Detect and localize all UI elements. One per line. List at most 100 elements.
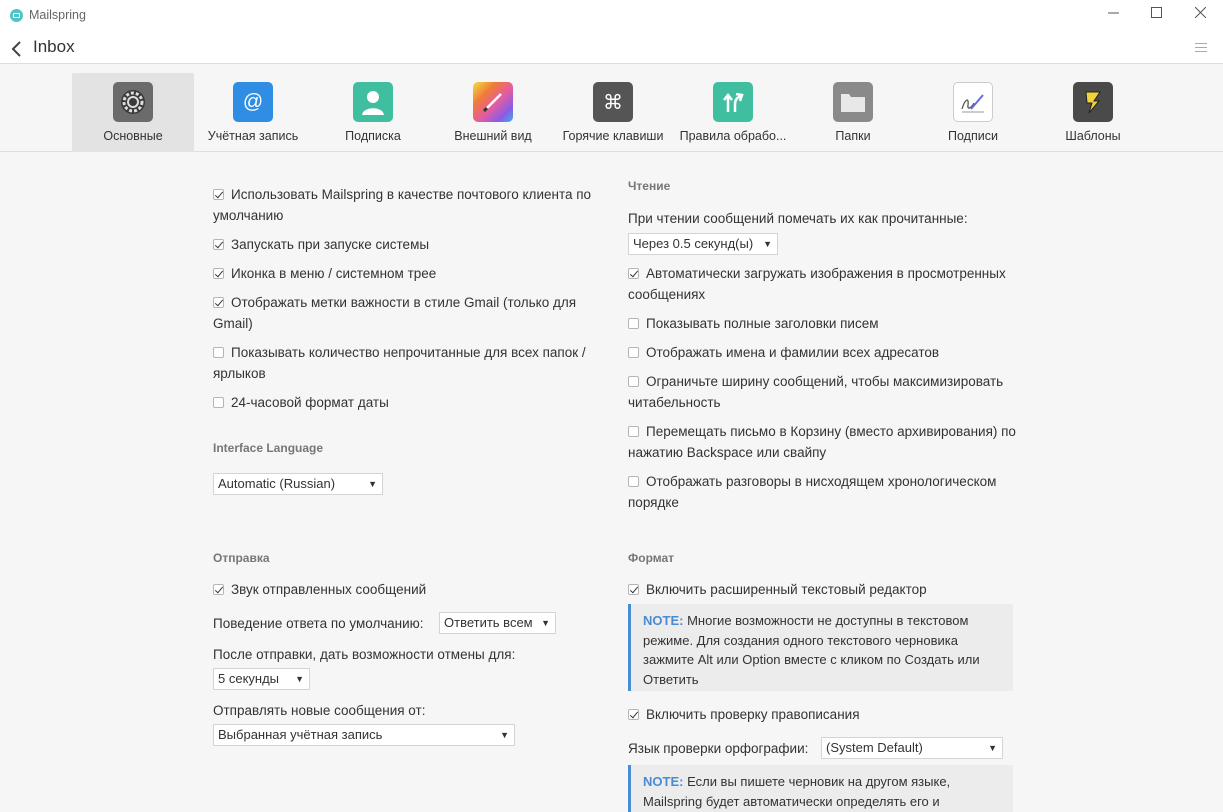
reply-behavior-label: Поведение ответа по умолчанию: bbox=[213, 616, 424, 631]
option-label: Отображать разговоры в нисходящем хронол… bbox=[628, 474, 997, 510]
option-send-sound[interactable]: Звук отправленных сообщений bbox=[213, 579, 608, 600]
option-label: Включить проверку правописания bbox=[646, 707, 860, 722]
option-unread-counts[interactable]: Показывать количество непрочитанные для … bbox=[213, 342, 608, 384]
option-label: Показывать полные заголовки писем bbox=[646, 316, 879, 331]
note-prefix: NOTE: bbox=[643, 774, 684, 789]
tab-label: Подписка bbox=[345, 129, 401, 143]
option-full-names[interactable]: Отображать имена и фамилии всех адресато… bbox=[628, 342, 1013, 363]
tab-label: Учётная запись bbox=[207, 129, 299, 143]
send-from-select[interactable]: Выбранная учётная запись ▼ bbox=[213, 724, 515, 746]
tab-label: Шаблоны bbox=[1065, 129, 1121, 143]
option-launch-on-start[interactable]: Запускать при запуске системы bbox=[213, 234, 608, 255]
dropdown-arrow-icon: ▼ bbox=[763, 239, 772, 249]
close-button[interactable] bbox=[1177, 3, 1223, 25]
tab-label: Основные bbox=[103, 129, 163, 143]
mark-read-select[interactable]: Через 0.5 секунд(ы) ▼ bbox=[628, 233, 778, 255]
checkbox-unchecked[interactable] bbox=[628, 476, 639, 487]
checkbox-checked[interactable] bbox=[213, 268, 224, 279]
checkbox-checked[interactable] bbox=[213, 584, 224, 595]
option-restrict-width[interactable]: Ограничьте ширину сообщений, чтобы макси… bbox=[628, 371, 1013, 413]
checkbox-checked[interactable] bbox=[213, 297, 224, 308]
back-button[interactable] bbox=[10, 38, 26, 60]
tab-folders[interactable]: Папки bbox=[792, 73, 914, 152]
tab-templates[interactable]: Шаблоны bbox=[1032, 73, 1154, 152]
checkbox-unchecked[interactable] bbox=[628, 347, 639, 358]
checkbox-unchecked[interactable] bbox=[213, 397, 224, 408]
inbox-title[interactable]: Inbox bbox=[33, 37, 75, 57]
tab-label: Внешний вид bbox=[454, 129, 532, 143]
command-key-icon: ⌘ bbox=[593, 82, 633, 122]
option-descending-order[interactable]: Отображать разговоры в нисходящем хронол… bbox=[628, 471, 1013, 513]
dropdown-arrow-icon: ▼ bbox=[541, 618, 550, 628]
checkbox-checked[interactable] bbox=[213, 189, 224, 200]
note-text: Многие возможности не доступны в текстов… bbox=[643, 613, 980, 687]
option-gmail-importance[interactable]: Отображать метки важности в стиле Gmail … bbox=[213, 292, 608, 334]
checkbox-checked[interactable] bbox=[213, 239, 224, 250]
tab-label: Папки bbox=[835, 129, 871, 143]
tab-signatures[interactable]: Подписи bbox=[912, 73, 1034, 152]
option-24h-time[interactable]: 24-часовой формат даты bbox=[213, 392, 608, 413]
tab-subscription[interactable]: Подписка bbox=[312, 73, 434, 152]
format-section-title: Формат bbox=[628, 551, 675, 565]
select-value: Automatic (Russian) bbox=[218, 476, 336, 491]
tab-label: Горячие клавиши bbox=[562, 129, 664, 143]
gear-icon bbox=[113, 82, 153, 122]
option-label: Отображать имена и фамилии всех адресато… bbox=[646, 345, 940, 360]
tab-general[interactable]: Основные bbox=[72, 73, 194, 152]
mark-read-label: При чтении сообщений помечать их как про… bbox=[628, 211, 968, 226]
person-icon bbox=[353, 82, 393, 122]
close-icon bbox=[1194, 6, 1206, 19]
preferences-tabbar: Основные @ Учётная запись Подписка Внешн… bbox=[0, 64, 1223, 152]
note-text: Если вы пишете черновик на другом языке,… bbox=[643, 774, 951, 809]
option-label: Автоматически загружать изображения в пр… bbox=[628, 266, 1006, 302]
palette-icon bbox=[473, 82, 513, 122]
folder-icon bbox=[833, 82, 873, 122]
tab-appearance[interactable]: Внешний вид bbox=[432, 73, 554, 152]
routing-arrows-icon bbox=[713, 82, 753, 122]
option-full-headers[interactable]: Показывать полные заголовки писем bbox=[628, 313, 1013, 334]
spellcheck-language-select[interactable]: (System Default) ▼ bbox=[821, 737, 1003, 759]
dropdown-arrow-icon: ▼ bbox=[368, 479, 377, 489]
option-rich-editor[interactable]: Включить расширенный текстовый редактор bbox=[628, 579, 1013, 600]
option-load-images[interactable]: Автоматически загружать изображения в пр… bbox=[628, 263, 1013, 305]
undo-send-select[interactable]: 5 секунды ▼ bbox=[213, 668, 310, 690]
checkbox-unchecked[interactable] bbox=[628, 426, 639, 437]
interface-language-select[interactable]: Automatic (Russian) ▼ bbox=[213, 473, 383, 495]
dropdown-arrow-icon: ▼ bbox=[988, 743, 997, 753]
checkbox-unchecked[interactable] bbox=[628, 376, 639, 387]
checkbox-unchecked[interactable] bbox=[213, 347, 224, 358]
option-default-client[interactable]: Использовать Mailspring в качестве почто… bbox=[213, 184, 608, 226]
dropdown-arrow-icon: ▼ bbox=[295, 674, 304, 684]
tab-account[interactable]: @ Учётная запись bbox=[192, 73, 314, 152]
signature-pen-icon bbox=[953, 82, 993, 122]
tab-rules[interactable]: Правила обрабо... bbox=[672, 73, 794, 152]
spellcheck-note: NOTE: Если вы пишете черновик на другом … bbox=[628, 765, 1013, 812]
maximize-icon bbox=[1150, 7, 1162, 18]
option-backspace-trash[interactable]: Перемещать письмо в Корзину (вместо архи… bbox=[628, 421, 1023, 463]
option-spellcheck[interactable]: Включить проверку правописания bbox=[628, 704, 1013, 725]
checkbox-checked[interactable] bbox=[628, 584, 639, 595]
select-value: 5 секунды bbox=[218, 671, 280, 686]
template-bolt-icon bbox=[1073, 82, 1113, 122]
option-tray-icon[interactable]: Иконка в меню / системном трее bbox=[213, 263, 608, 284]
select-value: Выбранная учётная запись bbox=[218, 727, 383, 742]
maximize-button[interactable] bbox=[1133, 3, 1179, 25]
reply-behavior-select[interactable]: Ответить всем ▼ bbox=[439, 612, 556, 634]
select-value: (System Default) bbox=[826, 740, 923, 755]
preferences-content: Использовать Mailspring в качестве почто… bbox=[0, 152, 1223, 812]
minimize-icon bbox=[1107, 12, 1119, 14]
spellcheck-language-label: Язык проверки орфографии: bbox=[628, 741, 809, 756]
checkbox-checked[interactable] bbox=[628, 709, 639, 720]
tab-shortcuts[interactable]: ⌘ Горячие клавиши bbox=[552, 73, 674, 152]
mailspring-logo-icon bbox=[10, 8, 23, 22]
checkbox-unchecked[interactable] bbox=[628, 318, 639, 329]
send-from-label: Отправлять новые сообщения от: bbox=[213, 703, 426, 718]
sending-section-title: Отправка bbox=[213, 551, 270, 565]
option-label: Иконка в меню / системном трее bbox=[231, 266, 437, 281]
dropdown-arrow-icon: ▼ bbox=[500, 730, 509, 740]
minimize-button[interactable] bbox=[1090, 3, 1136, 25]
select-value: Через 0.5 секунд(ы) bbox=[633, 236, 754, 251]
app-title: Mailspring bbox=[10, 6, 86, 24]
menu-icon[interactable] bbox=[1195, 43, 1207, 53]
checkbox-checked[interactable] bbox=[628, 268, 639, 279]
